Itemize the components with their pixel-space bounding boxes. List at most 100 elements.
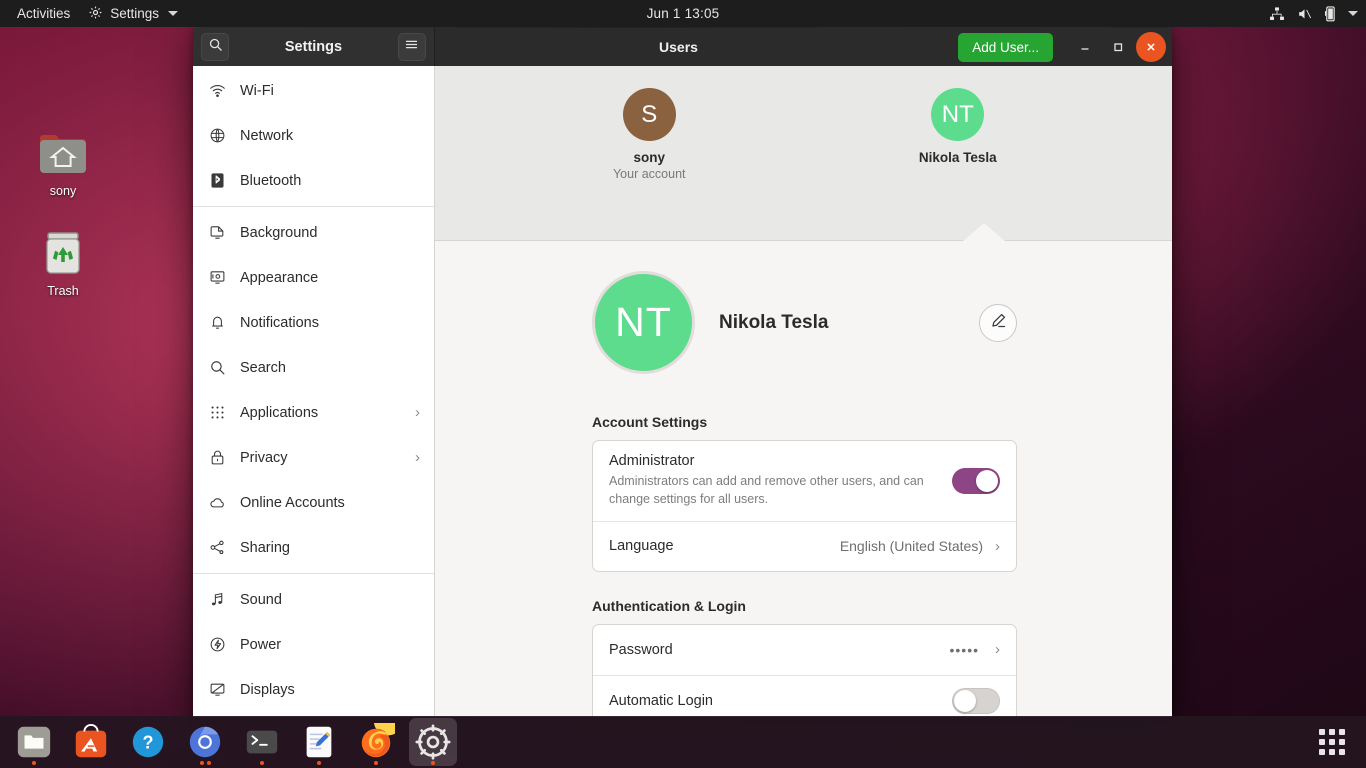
minimize-button[interactable] [1070,32,1100,62]
carousel-user-sony[interactable]: Ssony Your account [564,88,734,181]
dock-item-chromium[interactable] [181,718,229,766]
sidebar-item-label: Background [240,224,318,241]
running-indicator [295,761,343,765]
desktop-icon-home[interactable]: sony [21,132,105,198]
row-title: Automatic Login [609,692,713,709]
avatar: NT [931,88,985,141]
sidebar-item-notifications[interactable]: Notifications [193,300,434,345]
app-menu-label: Settings [110,6,160,21]
desktop-icon-trash[interactable]: Trash [21,230,105,298]
sidebar-item-label: Sound [240,591,282,608]
activities-label: Activities [17,6,71,21]
chevron-down-icon[interactable] [1348,11,1358,16]
sidebar-separator [193,573,434,574]
row-automatic-login[interactable]: Automatic Login [593,674,1016,718]
sidebar-item-label: Sharing [240,539,290,556]
apps-grid-icon [1319,729,1345,755]
search-button[interactable] [201,33,229,61]
avatar[interactable]: NT [592,271,695,374]
chevron-down-icon [168,11,179,16]
bell-icon [209,314,226,331]
sidebar-item-label: Wi-Fi [240,82,274,99]
row-language[interactable]: Language English (United States) › [593,520,1016,571]
edit-user-button[interactable] [979,303,1017,342]
desktop-icon-label: sony [49,184,77,198]
share-icon [209,539,226,556]
main-menu-button[interactable] [397,33,426,61]
wifi-icon [209,82,226,99]
background-icon [209,224,226,241]
sidebar-item-applications[interactable]: Applications › [193,390,434,435]
automatic-login-toggle[interactable] [952,687,1000,714]
sidebar-item-wi-fi[interactable]: Wi-Fi [193,68,434,113]
sidebar-item-label: Privacy [240,449,288,466]
clock: Jun 1 13:05 [646,6,720,21]
carousel-user-name: sony [633,150,665,165]
carousel-user-nikola-tesla[interactable]: NT Nikola Tesla [873,88,1043,165]
bluetooth-icon [209,172,226,189]
settings-sidebar[interactable]: Wi-Fi Network Bluetooth Background Appearanc… [193,66,435,717]
administrator-toggle[interactable] [952,467,1000,494]
row-title: Administrator [609,453,695,469]
sidebar-item-network[interactable]: Network [193,113,434,158]
svg-text:?: ? [142,733,153,753]
user-header: NT Nikola Tesla [592,271,1017,374]
sidebar-item-label: Displays [240,681,295,698]
desktop-icon-label: Trash [47,284,79,298]
sidebar-item-label: Power [240,636,282,653]
sidebar-item-label: Online Accounts [240,494,345,511]
sidebar-item-background[interactable]: Background [193,210,434,255]
dock-item-text-editor[interactable] [295,718,343,766]
user-detail-scroll: NT Nikola Tesla Account Settings Adminis… [435,241,1172,717]
window-titlebar: Settings Users Add User... [193,28,1172,66]
window-title: Users [659,39,698,55]
sidebar-item-sharing[interactable]: Sharing [193,525,434,570]
chevron-right-icon: › [415,449,420,466]
dock-item-files[interactable] [10,718,58,766]
add-user-button[interactable]: Add User... [958,32,1053,62]
chevron-right-icon: › [995,537,1000,555]
carousel-user-subtitle: Your account [612,167,686,181]
show-applications-button[interactable] [1308,718,1356,766]
user-carousel[interactable]: Ssony Your account NT Nikola Tesla [435,66,1172,241]
sidebar-item-bluetooth[interactable]: Bluetooth [193,158,434,203]
app-menu-settings[interactable]: Settings [79,2,187,26]
sidebar-item-displays[interactable]: Displays [193,667,434,712]
volume-muted-icon [1296,6,1313,22]
sidebar-item-privacy[interactable]: Privacy › [193,435,434,480]
avatar: S [622,88,676,141]
sidebar-item-appearance[interactable]: Appearance [193,255,434,300]
dock-item-ubuntu-software[interactable] [67,718,115,766]
power-icon [209,636,226,653]
row-administrator[interactable]: Administrator Administrators can add and … [593,441,1016,521]
cloud-icon [209,494,226,511]
sidebar-item-sound[interactable]: Sound [193,577,434,622]
sidebar-item-search[interactable]: Search [193,345,434,390]
row-title: Password [609,641,673,658]
network-icon [1269,6,1285,22]
dock-item-help[interactable]: ? [124,718,172,766]
sidebar-item-label: Appearance [240,269,319,286]
toggle-knob [954,689,976,712]
activities-button[interactable]: Activities [8,3,79,24]
dock: ? [0,716,1366,768]
display-icon [209,681,226,698]
system-status-area[interactable] [1269,5,1358,22]
row-password[interactable]: Password ••••• › [593,625,1016,675]
settings-window: Settings Users Add User... Wi-Fi Network… [193,28,1172,717]
dock-item-settings[interactable] [409,718,457,766]
sidebar-item-label: Search [240,359,286,376]
chevron-right-icon: › [415,404,420,421]
sidebar-item-power[interactable]: Power [193,622,434,667]
sidebar-separator [193,206,434,207]
sidebar-item-online-accounts[interactable]: Online Accounts [193,480,434,525]
dock-item-terminal[interactable] [238,718,286,766]
search-icon [209,359,226,376]
close-button[interactable] [1136,32,1166,62]
settings-sections: Account Settings Administrator Administrat… [592,414,1017,717]
trash-icon [21,230,105,279]
maximize-button[interactable] [1103,32,1133,62]
row-subtitle: Administrators can add and remove other … [609,474,924,506]
appearance-icon [209,269,226,286]
dock-item-firefox[interactable] [352,718,400,766]
